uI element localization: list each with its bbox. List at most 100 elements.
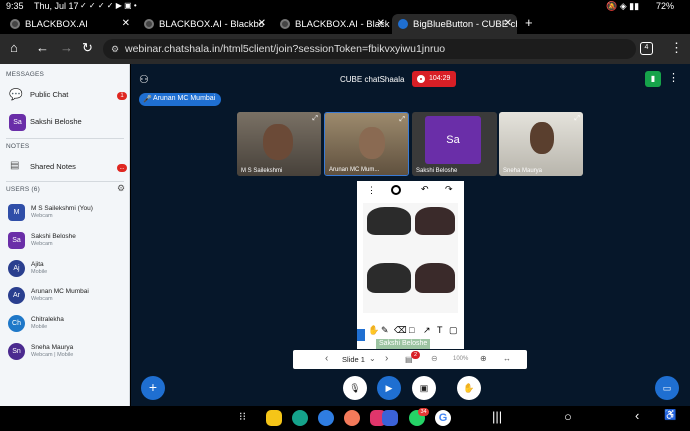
more-options-icon[interactable]: ⋮ <box>367 185 376 196</box>
slide-selector[interactable]: Slide 1 <box>342 355 365 364</box>
avatar: Aj <box>8 260 25 277</box>
talking-indicator[interactable]: 🎤 Arunan MC Mumbai <box>139 93 221 106</box>
user-list-item[interactable]: Ar Arunan MC Mumbai Webcam <box>0 285 130 311</box>
fullscreen-icon[interactable]: ⤢ <box>312 115 318 123</box>
next-slide-icon[interactable]: › <box>385 353 388 364</box>
hand-tool-icon[interactable]: ✋ <box>368 325 379 336</box>
files-app-icon[interactable] <box>266 410 282 426</box>
browser-tab[interactable]: BLACKBOX.AI - Blackbo ✕ <box>274 14 390 34</box>
blackbox-favicon-icon <box>10 19 20 29</box>
video-tile[interactable]: Sa Sakshi Beloshe <box>412 112 497 176</box>
browser-tab[interactable]: BLACKBOX.AI ✕ <box>4 14 135 34</box>
close-tab-icon[interactable]: ✕ <box>504 18 512 29</box>
close-tab-icon[interactable]: ✕ <box>122 18 130 29</box>
battery-level: 72% <box>656 1 675 11</box>
new-tab-button[interactable]: + <box>525 15 533 30</box>
text-tool-icon[interactable]: T <box>437 325 443 335</box>
webcam-button[interactable]: ▶ <box>377 376 401 400</box>
avatar: Ar <box>8 287 25 304</box>
whatsapp-badge: 34 <box>418 408 429 416</box>
site-info-icon[interactable]: ⚙ <box>111 39 119 59</box>
screen-share-button[interactable]: ▣ <box>412 376 436 400</box>
browser-tab-active[interactable]: BigBlueButton - CUBE ch ✕ <box>392 14 517 34</box>
contacts-app-icon[interactable] <box>344 410 360 426</box>
status-bar: 9:35 Thu, Jul 17 ✓ ✓ ✓ ✓ ▶ ▣ • 🔕 ◈ ▮▮ 72… <box>0 0 690 12</box>
presentation-slide[interactable]: ⋮ ↶ ↷ ✋ ✎ ⌫ □ ↗ T ▢ Sakshi Beloshe <box>357 181 464 349</box>
user-options-gear-icon[interactable]: ⚙ <box>117 183 125 194</box>
zoom-out-icon[interactable]: ⊖ <box>431 354 438 363</box>
actions-plus-button[interactable]: + <box>141 376 165 400</box>
url-field[interactable]: ⚙ webinar.chatshala.in/html5client/join?… <box>103 39 636 59</box>
video-tile[interactable]: Sneha Maurya ⤢ <box>499 112 583 176</box>
public-chat-item[interactable]: 💬 Public Chat 1 <box>0 84 130 106</box>
previous-slide-icon[interactable]: ‹ <box>325 353 328 364</box>
mute-microphone-button[interactable]: 🎙 <box>343 376 367 400</box>
notification-icons: ✓ ✓ ✓ ✓ ▶ ▣ • <box>80 1 137 10</box>
video-tile[interactable]: M S Sailekshmi ⤢ <box>237 112 321 176</box>
options-menu-icon[interactable]: ⋮ <box>668 71 679 84</box>
blackbox-favicon-icon <box>280 19 290 29</box>
reload-icon[interactable]: ↻ <box>82 40 93 56</box>
notes-badge: ... <box>117 164 127 172</box>
browser-tab[interactable]: BLACKBOX.AI - Blackbo ✕ <box>138 14 271 34</box>
video-tile-talking[interactable]: Arunan MC Mum... ⤢ <box>324 112 409 176</box>
fullscreen-icon[interactable]: ⤢ <box>399 116 405 124</box>
recording-indicator[interactable]: 104:29 <box>412 71 456 87</box>
pen-color-icon[interactable] <box>391 185 401 195</box>
back-nav-icon[interactable]: ‹ <box>635 408 639 423</box>
zoom-in-icon[interactable]: ⊕ <box>480 354 487 363</box>
zoom-level: 100% <box>453 356 469 362</box>
meeting-area: ⚇ CUBE chatShaala 104:29 ▮ ⋮ 🎤 Arunan MC… <box>131 64 690 406</box>
user-list-item[interactable]: Ch Chitralekha Mobile <box>0 313 130 339</box>
close-tab-icon[interactable]: ✕ <box>258 18 266 29</box>
forward-icon[interactable]: → <box>60 40 73 55</box>
pen-tool-icon[interactable]: ✎ <box>381 325 389 336</box>
messages-app-icon[interactable] <box>318 410 334 426</box>
avatar: Sa <box>9 114 26 131</box>
phone-app-icon[interactable] <box>292 410 308 426</box>
more-menu-icon[interactable]: ⋮ <box>670 40 683 56</box>
tab-count-button[interactable]: 4 <box>640 42 653 55</box>
signal-icons: 🔕 ◈ ▮▮ <box>606 1 640 11</box>
rectangle-tool-icon[interactable]: □ <box>409 325 414 335</box>
arrow-tool-icon[interactable]: ↗ <box>423 325 431 336</box>
user-list-item[interactable]: Aj Ajita Mobile <box>0 258 130 284</box>
recording-time: 104:29 <box>429 75 451 82</box>
google-app-icon[interactable]: G <box>435 410 451 426</box>
home-icon[interactable]: ⌂ <box>10 40 18 55</box>
annotation-tool-handle[interactable] <box>357 329 365 341</box>
shared-notes-item[interactable]: ▤ Shared Notes ... <box>0 156 130 178</box>
accessibility-icon[interactable]: ♿ <box>664 410 676 421</box>
user-list-item[interactable]: M M S Sailekshmi (You) Webcam <box>0 202 130 228</box>
close-tab-icon[interactable]: ✕ <box>377 18 385 29</box>
notes-header: NOTES <box>6 143 30 150</box>
home-nav-icon[interactable]: ○ <box>564 409 572 424</box>
presentation-toggle-button[interactable]: ▭ <box>655 376 679 400</box>
raise-hand-button[interactable]: ✋ <box>457 376 481 400</box>
user-list-item[interactable]: Sn Sneha Maurya Webcam | Mobile <box>0 341 130 367</box>
fullscreen-icon[interactable]: ⤢ <box>574 115 580 123</box>
avatar: Sn <box>8 343 25 360</box>
user-list-item[interactable]: Sa Sakshi Beloshe Webcam <box>0 230 130 256</box>
avatar: Sa <box>425 116 481 164</box>
eraser-tool-icon[interactable]: ⌫ <box>394 325 407 336</box>
user-list-toggle-icon[interactable]: ⚇ <box>139 73 149 86</box>
redo-icon[interactable]: ↷ <box>445 184 453 195</box>
undo-icon[interactable]: ↶ <box>421 184 429 195</box>
avatar: M <box>8 204 25 221</box>
note-tool-icon[interactable]: ▢ <box>449 325 458 336</box>
recents-icon[interactable]: ||| <box>492 409 502 424</box>
private-chat-item[interactable]: Sa Sakshi Beloshe <box>0 111 130 133</box>
divider <box>6 181 124 182</box>
app-drawer-icon[interactable]: ⁝⁝ <box>239 410 246 423</box>
annotation-count-badge: 2 <box>411 351 420 359</box>
bigbluebutton-favicon-icon <box>398 19 408 29</box>
back-icon[interactable]: ← <box>36 40 49 55</box>
fit-to-width-icon[interactable]: ↔ <box>503 354 511 363</box>
connection-status-icon[interactable]: ▮ <box>645 71 661 87</box>
avatar: Sa <box>8 232 25 249</box>
chat-bubble-icon: 💬 <box>9 89 23 101</box>
microphone-icon: 🎤 <box>143 96 152 103</box>
gallery-app-icon[interactable] <box>382 410 398 426</box>
chevron-down-icon[interactable]: ⌄ <box>369 354 376 363</box>
